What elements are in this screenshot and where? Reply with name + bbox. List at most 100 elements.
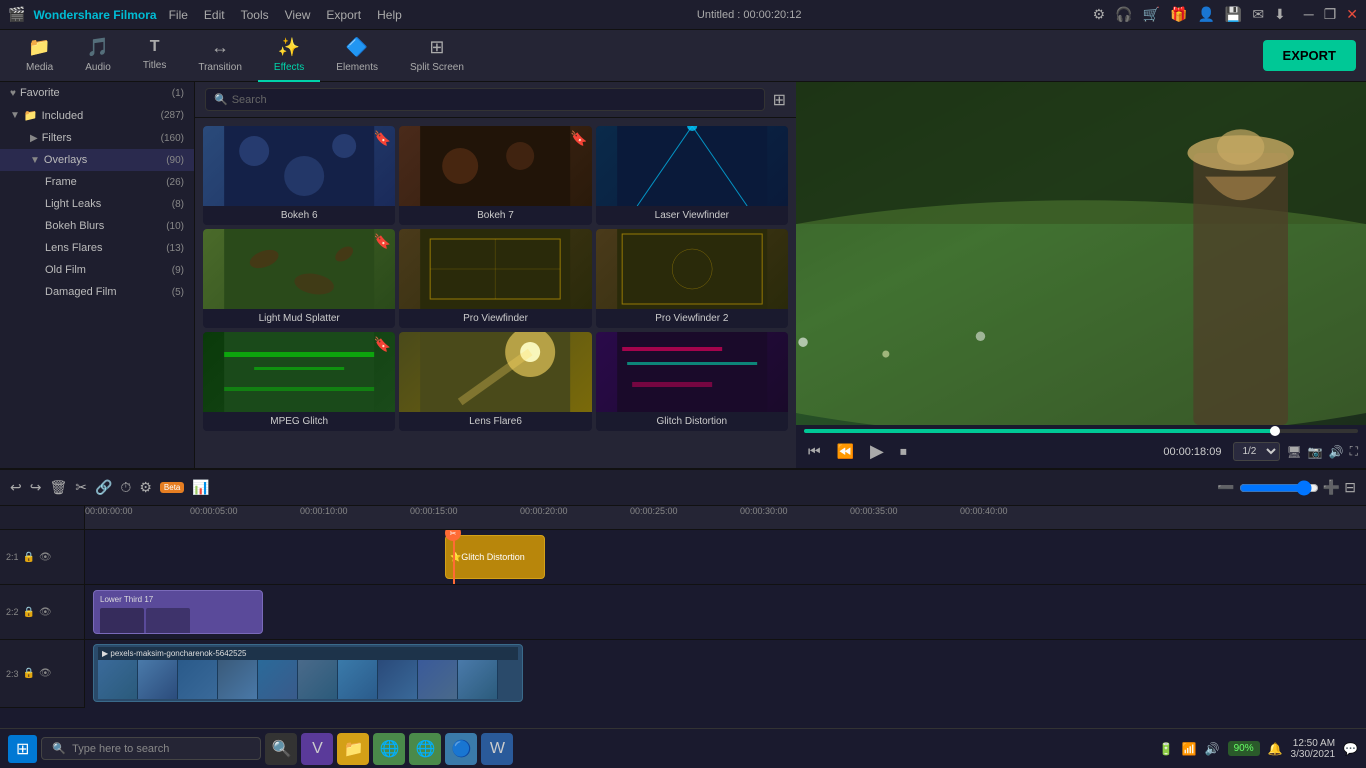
effect-bokeh6[interactable]: 🔖 Bokeh 6 xyxy=(203,126,395,225)
user-icon[interactable]: 👤 xyxy=(1197,6,1214,23)
maximize-button[interactable]: ❐ xyxy=(1324,6,1337,23)
panel-filters[interactable]: ▶ Filters (160) xyxy=(0,127,194,149)
tab-audio[interactable]: 🎵 Audio xyxy=(69,30,127,82)
effect-laser[interactable]: Laser Viewfinder xyxy=(596,126,788,225)
menu-edit[interactable]: Edit xyxy=(200,8,229,22)
panel-favorite[interactable]: ♥ Favorite (1) xyxy=(0,82,194,104)
close-button[interactable]: ✕ xyxy=(1346,6,1358,23)
lock-icon-2[interactable]: 🔒 xyxy=(23,607,35,618)
frame-back-button[interactable]: ⏪ xyxy=(833,441,858,462)
progress-bar[interactable] xyxy=(804,429,1358,433)
mail-icon[interactable]: ✉ xyxy=(1252,6,1264,23)
screenshot-icon[interactable]: 📷 xyxy=(1308,445,1323,459)
effect-mudslatter[interactable]: 🔖 Light Mud Splatter xyxy=(203,229,395,328)
taskbar-search[interactable]: 🔍 Type here to search xyxy=(41,737,261,760)
store-icon[interactable]: 🛒 xyxy=(1143,6,1160,23)
tab-elements[interactable]: 🔷 Elements xyxy=(320,30,394,82)
effect-mpegglitch[interactable]: 🔖 MPEG Glitch xyxy=(203,332,395,431)
track-body-1[interactable]: ⭐ Glitch Distortion ✂ xyxy=(85,530,1366,584)
lock-icon-1[interactable]: 🔒 xyxy=(23,552,35,563)
effect-lensflare6[interactable]: Lens Flare6 xyxy=(399,332,591,431)
export-button[interactable]: EXPORT xyxy=(1263,40,1356,71)
tab-titles[interactable]: T Titles xyxy=(127,30,183,82)
tab-effects[interactable]: ✨ Effects xyxy=(258,30,320,82)
time-mark-3: 00:00:15:00 xyxy=(410,506,458,516)
tab-media[interactable]: 📁 Media xyxy=(10,30,69,82)
download-icon[interactable]: ⬇ xyxy=(1274,6,1286,23)
eye-icon-2[interactable]: 👁 xyxy=(39,607,52,618)
time-display: 00:00:18:09 xyxy=(1163,446,1221,458)
taskbar-app-files[interactable]: 📁 xyxy=(337,733,369,765)
taskbar-cortana[interactable]: 🔍 xyxy=(265,733,297,765)
panel-frame[interactable]: Frame (26) xyxy=(0,171,194,193)
fullscreen-icon[interactable]: ⛶ xyxy=(1350,444,1358,459)
play-button[interactable]: ▶ xyxy=(866,439,888,464)
taskbar-app-chrome1[interactable]: 🌐 xyxy=(373,733,405,765)
grid-view-icon[interactable]: ⊞ xyxy=(773,90,786,110)
clip-video[interactable]: ▶ pexels-maksim-goncharenok-5642525 xyxy=(93,644,523,702)
tab-splitscreen[interactable]: ⊞ Split Screen xyxy=(394,30,480,82)
panel-bokehblurs[interactable]: Bokeh Blurs (10) xyxy=(0,215,194,237)
playhead[interactable]: ✂ xyxy=(453,530,455,584)
menu-view[interactable]: View xyxy=(281,8,315,22)
clip-glitch[interactable]: ⭐ Glitch Distortion xyxy=(445,535,545,579)
time-mark-6: 00:00:30:00 xyxy=(740,506,788,516)
effect-thumb-bokeh7: 🔖 xyxy=(399,126,591,206)
eye-icon-3[interactable]: 👁 xyxy=(39,668,52,679)
save-icon[interactable]: 💾 xyxy=(1225,6,1242,23)
redo-button[interactable]: ↪ xyxy=(30,479,42,496)
panel-overlays[interactable]: ▼ Overlays (90) xyxy=(0,149,194,171)
panel-damagedfilm[interactable]: Damaged Film (5) xyxy=(0,281,194,303)
taskbar-app-chrome2[interactable]: 🌐 xyxy=(409,733,441,765)
taskbar-app-word[interactable]: W xyxy=(481,733,513,765)
timer-button[interactable]: ⏱ xyxy=(120,479,131,496)
taskbar-app-blue[interactable]: 🔵 xyxy=(445,733,477,765)
effect-proview2[interactable]: Pro Viewfinder 2 xyxy=(596,229,788,328)
effect-bokeh7[interactable]: 🔖 Bokeh 7 xyxy=(399,126,591,225)
zoom-in-button[interactable]: ➕ xyxy=(1323,479,1340,496)
progress-handle[interactable] xyxy=(1270,426,1280,436)
panel-oldfilm[interactable]: Old Film (9) xyxy=(0,259,194,281)
ratio-select[interactable]: 1/2 1/4 Full xyxy=(1233,442,1280,461)
action-center-icon[interactable]: 💬 xyxy=(1343,742,1358,756)
notification-icon[interactable]: 🔔 xyxy=(1268,742,1283,756)
clip-lower[interactable]: Lower Third 17 xyxy=(93,590,263,634)
effect-proview[interactable]: Pro Viewfinder xyxy=(399,229,591,328)
effect-glitch[interactable]: Glitch Distortion xyxy=(596,332,788,431)
track-body-3[interactable]: ▶ pexels-maksim-goncharenok-5642525 xyxy=(85,640,1366,708)
track-body-2[interactable]: Lower Third 17 xyxy=(85,585,1366,639)
menu-file[interactable]: File xyxy=(165,8,192,22)
menu-help[interactable]: Help xyxy=(373,8,406,22)
search-box[interactable]: 🔍 Search xyxy=(205,88,765,111)
zoom-slider[interactable] xyxy=(1239,480,1319,496)
battery-icon[interactable]: 🔋 xyxy=(1159,742,1174,756)
link-button[interactable]: 🔗 xyxy=(95,479,112,496)
headphone-icon[interactable]: 🎧 xyxy=(1115,6,1132,23)
panel-included[interactable]: ▼ 📁 Included (287) xyxy=(0,104,194,127)
taskbar-app-filmora[interactable]: V xyxy=(301,733,333,765)
audio-wave-button[interactable]: 📊 xyxy=(192,479,209,496)
step-back-button[interactable]: ⏮ xyxy=(804,441,825,462)
menu-tools[interactable]: Tools xyxy=(237,8,273,22)
audio-icon[interactable]: 🔊 xyxy=(1329,445,1344,459)
cut-button[interactable]: ✂ xyxy=(75,479,87,496)
tab-transition[interactable]: ↔ Transition xyxy=(182,30,258,82)
menu-export[interactable]: Export xyxy=(322,8,365,22)
network-icon[interactable]: 📶 xyxy=(1182,742,1197,756)
eye-icon-1[interactable]: 👁 xyxy=(39,552,52,563)
stop-button[interactable]: ⏹ xyxy=(896,441,911,462)
delete-button[interactable]: 🗑 xyxy=(49,479,67,496)
zoom-out-button[interactable]: ➖ xyxy=(1217,479,1234,496)
gift-icon[interactable]: 🎁 xyxy=(1170,6,1187,23)
screen-icon[interactable]: 🖥 xyxy=(1286,445,1301,459)
undo-button[interactable]: ↩ xyxy=(10,479,22,496)
settings-timeline-button[interactable]: ⚙ xyxy=(139,479,152,496)
minimize-button[interactable]: ─ xyxy=(1304,6,1314,23)
settings-icon[interactable]: ⚙ xyxy=(1093,6,1106,23)
sound-icon[interactable]: 🔊 xyxy=(1205,742,1220,756)
panel-lightleaks[interactable]: Light Leaks (8) xyxy=(0,193,194,215)
timeline-expand-button[interactable]: ⊟ xyxy=(1344,479,1356,496)
start-button[interactable]: ⊞ xyxy=(8,735,37,763)
panel-lensflares[interactable]: Lens Flares (13) xyxy=(0,237,194,259)
lock-icon-3[interactable]: 🔒 xyxy=(23,668,35,679)
